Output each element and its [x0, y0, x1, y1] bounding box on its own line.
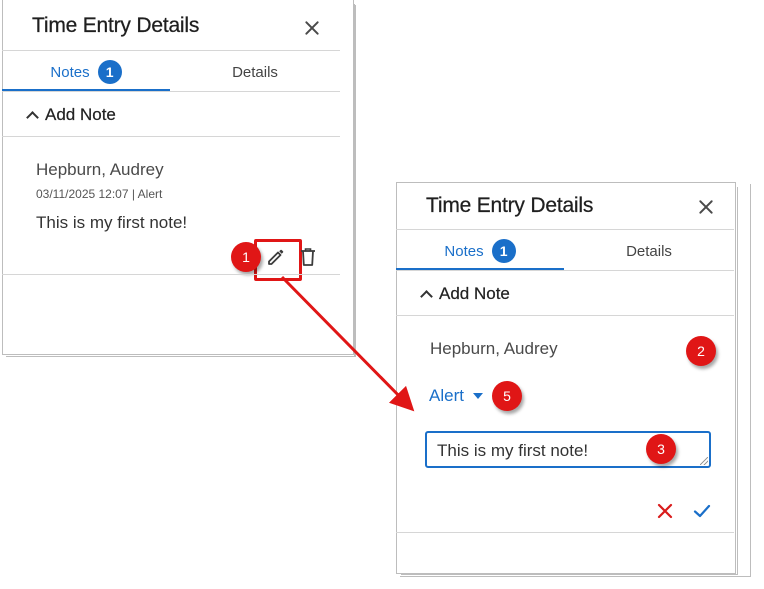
resize-grip-icon[interactable] [700, 457, 708, 465]
caret-down-icon [472, 393, 483, 399]
divider [396, 532, 734, 533]
right-panel-title: Time Entry Details [426, 194, 594, 217]
edit-pencil-icon[interactable] [265, 246, 287, 268]
note-meta: 03/11/2025 12:07 | Alert [36, 187, 163, 201]
divider [2, 136, 340, 137]
tab-details-label: Details [232, 63, 278, 81]
right-close-icon[interactable] [696, 197, 716, 217]
divider [396, 229, 734, 230]
divider [2, 91, 340, 92]
edit-note-author: Hepburn, Audrey [430, 339, 558, 358]
step-3-marker: 3 [646, 434, 676, 464]
right-panel-shadow-right [750, 184, 751, 576]
notes-count-badge: 1 [97, 60, 122, 84]
left-panel-shadow-right [354, 4, 355, 356]
divider [2, 50, 340, 51]
cancel-x-icon[interactable] [656, 502, 674, 520]
note-author: Hepburn, Audrey [36, 160, 164, 179]
note-text: This is my first note! [36, 213, 188, 232]
chevron-up-icon [420, 289, 433, 303]
save-check-icon[interactable] [692, 502, 712, 520]
right-tab-notes[interactable]: Notes 1 [396, 239, 564, 263]
tab-notes-label: Notes [444, 242, 484, 260]
tab-details-label: Details [626, 242, 672, 260]
left-panel-title: Time Entry Details [32, 14, 200, 37]
note-type-value: Alert [429, 386, 464, 405]
add-note-label: Add Note [45, 105, 116, 124]
note-type-dropdown[interactable]: Alert [429, 386, 483, 406]
left-tab-details[interactable]: Details [170, 60, 340, 84]
left-panel-shadow-bottom [6, 356, 355, 357]
delete-trash-icon[interactable] [298, 246, 318, 268]
divider [396, 270, 734, 271]
chevron-up-icon [26, 110, 39, 124]
right-add-note-toggle[interactable]: Add Note [420, 284, 510, 304]
divider [396, 315, 734, 316]
tab-notes-label: Notes [50, 63, 90, 81]
divider [2, 274, 340, 275]
right-panel-shadow-bottom [400, 576, 751, 577]
right-tab-details[interactable]: Details [564, 239, 734, 263]
step-5-marker: 5 [492, 381, 522, 411]
step-2-marker: 2 [686, 336, 716, 366]
notes-count-badge: 1 [491, 239, 516, 263]
left-add-note-toggle[interactable]: Add Note [26, 105, 116, 125]
add-note-label: Add Note [439, 284, 510, 303]
left-close-icon[interactable] [302, 18, 322, 38]
step-1-marker: 1 [231, 242, 261, 272]
left-tab-notes[interactable]: Notes 1 [2, 60, 170, 84]
